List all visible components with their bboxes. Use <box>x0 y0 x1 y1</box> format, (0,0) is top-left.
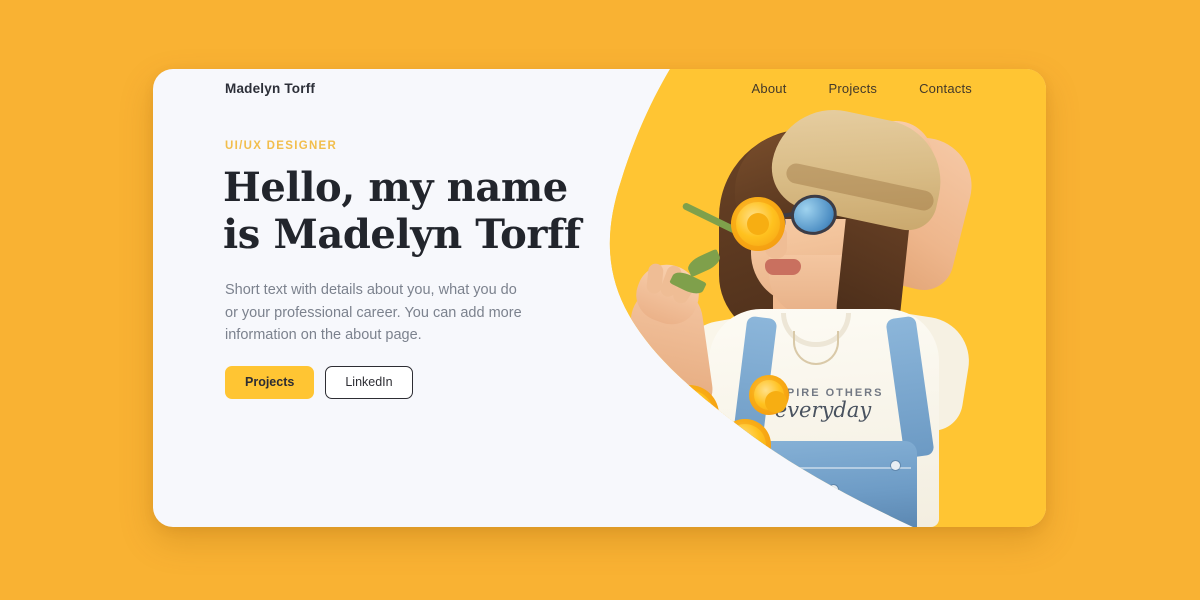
main-navigation: About Projects Contacts <box>752 81 972 96</box>
nav-link-contacts[interactable]: Contacts <box>919 81 972 96</box>
role-eyebrow: UI/UX DESIGNER <box>225 140 338 152</box>
marigold-flower <box>749 375 789 415</box>
leaf <box>685 249 723 277</box>
nav-link-projects[interactable]: Projects <box>829 81 878 96</box>
linkedin-button[interactable]: LinkedIn <box>325 366 413 399</box>
sunglass-lens-right <box>788 191 840 238</box>
lips <box>765 259 801 275</box>
hero-actions: Projects LinkedIn <box>225 366 413 399</box>
marigold-flower <box>731 197 785 251</box>
projects-button[interactable]: Projects <box>225 366 315 399</box>
site-logo[interactable]: Madelyn Torff <box>225 81 315 96</box>
denim-button <box>891 461 900 470</box>
hero-card: INSPIRE OTHERS everyday Madelyn Torff Ab… <box>153 69 1046 527</box>
nav-link-about[interactable]: About <box>752 81 787 96</box>
page-title: Hello, my name is Madelyn Torff <box>223 164 581 258</box>
hero-description: Short text with details about you, what … <box>225 282 522 343</box>
